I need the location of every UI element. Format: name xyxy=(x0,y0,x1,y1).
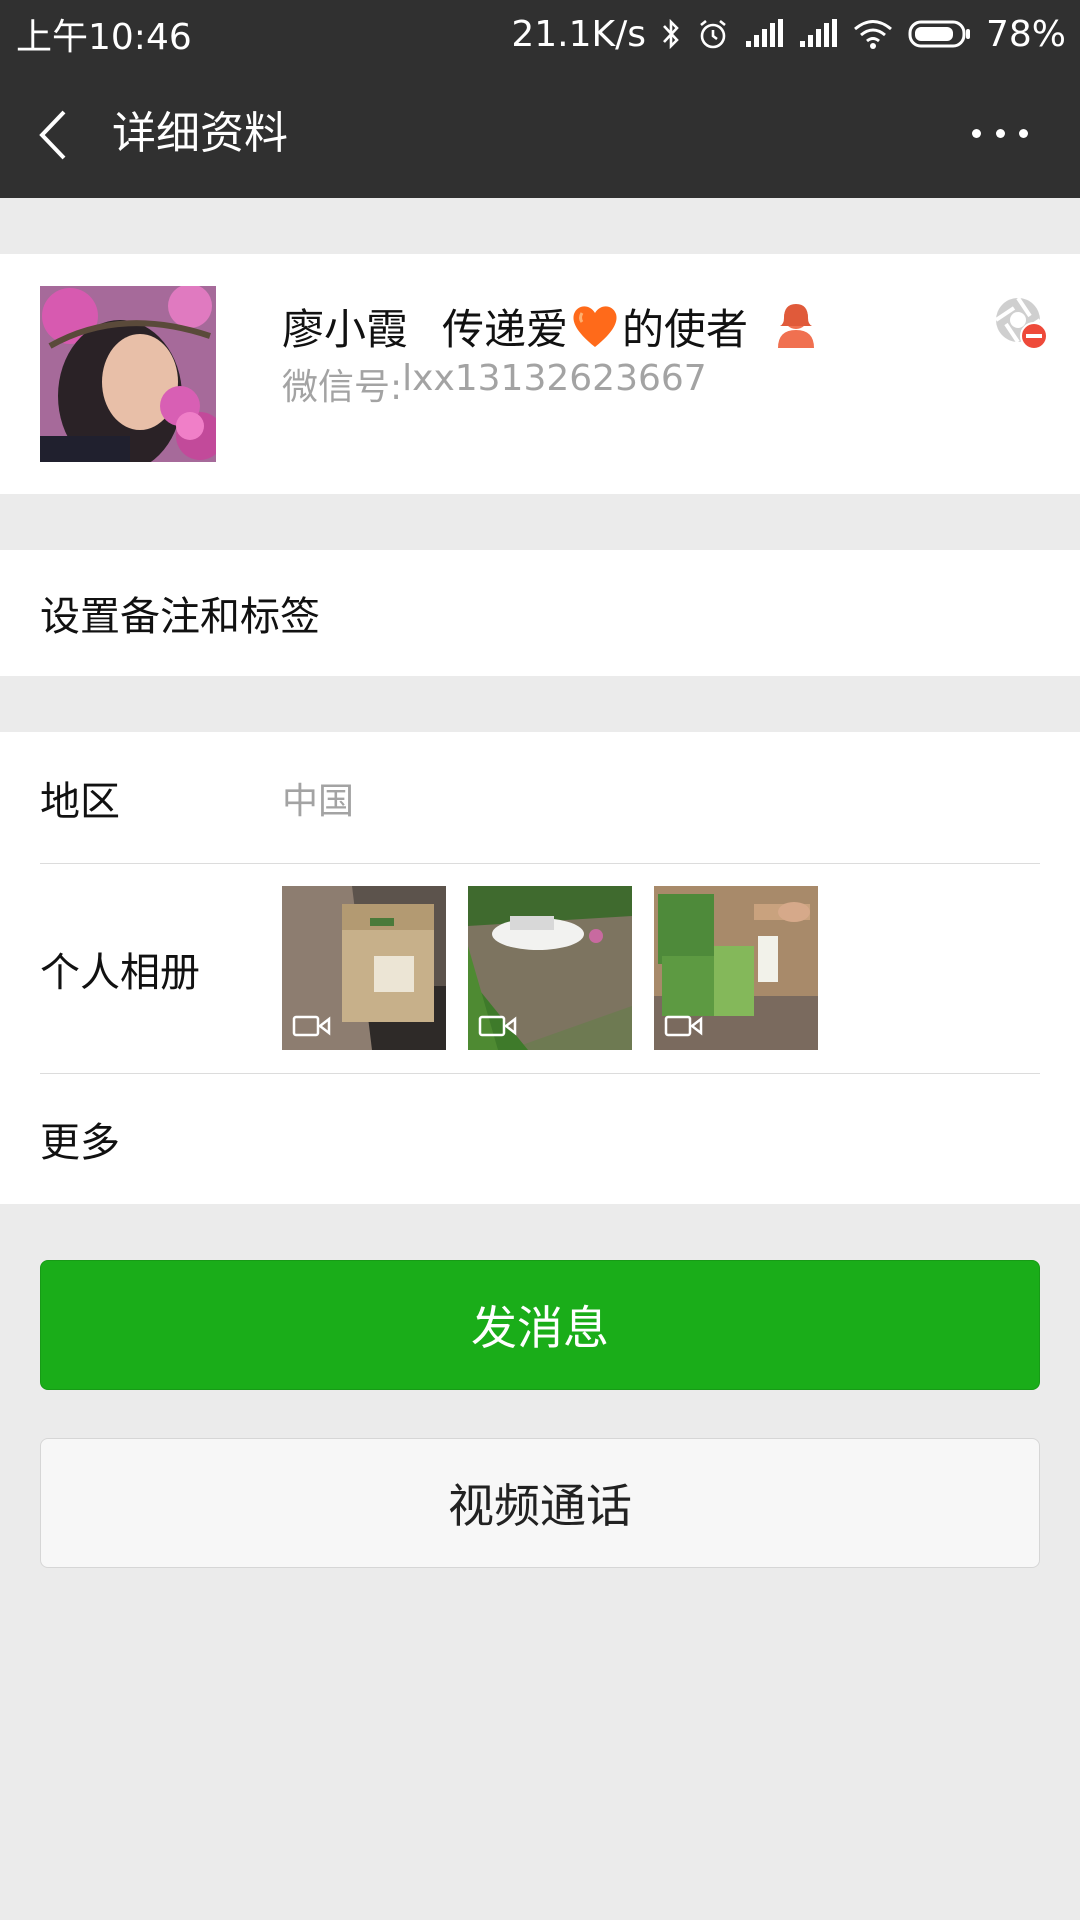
profile-name-row: 廖小霞 传递爱 的使者 xyxy=(282,296,818,356)
wechat-id-label: 微信号: xyxy=(282,367,403,408)
female-icon xyxy=(778,304,815,348)
signature-text-before: 传递爱 xyxy=(442,304,569,354)
video-call-button[interactable]: 视频通话 xyxy=(40,1438,1040,1568)
avatar[interactable] xyxy=(40,286,216,462)
signal-icon xyxy=(745,19,783,47)
set-remark-label: 设置备注和标签 xyxy=(40,594,320,640)
region-label: 地区 xyxy=(40,779,120,825)
battery-percent: 78% xyxy=(985,13,1066,55)
status-icons: 21.1K/s 78% xyxy=(511,14,1066,55)
dot-icon xyxy=(995,128,1005,138)
alarm-icon xyxy=(700,19,726,49)
album-thumb-1[interactable] xyxy=(282,886,446,1050)
album-thumbs xyxy=(282,886,818,1050)
status-bar: 上午10:46 21.1K/s 78% xyxy=(0,0,1080,68)
status-time: 上午10:46 xyxy=(16,17,192,58)
more-row[interactable]: 更多 xyxy=(0,1074,1080,1204)
video-icon xyxy=(292,1015,331,1037)
region-row: 地区 中国 xyxy=(0,732,1080,864)
more-options-button[interactable] xyxy=(972,120,1028,146)
moments-blocked-icon[interactable] xyxy=(992,294,1050,352)
battery-icon xyxy=(908,20,970,48)
details-section: 地区 中国 个人相册 更多 xyxy=(0,732,1080,1204)
album-row[interactable]: 个人相册 xyxy=(0,864,1080,1074)
wechat-id-row: 微信号: lxx13132623667 xyxy=(282,358,707,410)
remark-section: 设置备注和标签 xyxy=(0,550,1080,676)
album-label: 个人相册 xyxy=(40,950,200,996)
set-remark-row[interactable]: 设置备注和标签 xyxy=(0,550,1080,676)
bluetooth-icon xyxy=(663,18,679,50)
video-icon xyxy=(664,1015,703,1037)
nav-bar: 详细资料 xyxy=(0,68,1080,198)
profile-card: 廖小霞 传递爱 的使者 微信号: lxx13132623667 xyxy=(0,254,1080,494)
more-label: 更多 xyxy=(40,1120,120,1166)
signature-text-after: 的使者 xyxy=(622,304,749,354)
dot-icon xyxy=(972,128,981,138)
profile-name: 廖小霞 xyxy=(282,304,409,354)
video-icon xyxy=(478,1015,517,1037)
wifi-icon xyxy=(854,20,892,49)
signal-icon-2 xyxy=(799,19,837,47)
dot-icon xyxy=(1019,128,1028,138)
wechat-id-value: lxx13132623667 xyxy=(402,358,707,399)
heart-icon xyxy=(573,306,617,347)
album-thumb-2[interactable] xyxy=(468,886,632,1050)
net-speed: 21.1K/s xyxy=(511,13,646,55)
back-icon[interactable] xyxy=(34,108,74,162)
album-thumb-3[interactable] xyxy=(654,886,818,1050)
region-value: 中国 xyxy=(282,781,355,822)
page-title: 详细资料 xyxy=(112,108,288,159)
send-message-button[interactable]: 发消息 xyxy=(40,1260,1040,1390)
